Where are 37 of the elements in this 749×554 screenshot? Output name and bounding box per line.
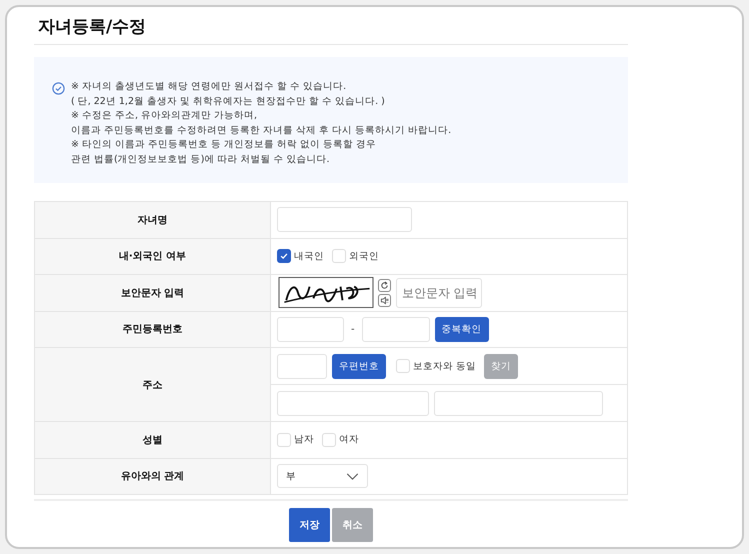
speaker-icon[interactable] xyxy=(378,294,391,307)
save-button[interactable]: 저장 xyxy=(289,508,330,542)
postcode-field[interactable] xyxy=(277,354,327,378)
field-label: 주소 xyxy=(142,378,162,392)
duplicate-check-button[interactable]: 중복확인 xyxy=(434,316,489,342)
postcode-button[interactable]: 우편번호 xyxy=(332,354,386,378)
notice-text: 관련 법률(개인정보보호법 등)에 따라 처벌될 수 있습니다. xyxy=(71,152,331,166)
notice-text: ( 단, 22년 1,2월 출생자 및 취학유예자는 현장접수만 할 수 있습니다. ) xyxy=(71,94,386,108)
refresh-icon[interactable] xyxy=(378,278,391,292)
input-field[interactable] xyxy=(277,207,412,232)
checkbox[interactable] xyxy=(277,249,291,264)
address-detail-field[interactable] xyxy=(434,390,603,416)
relation-dropdown[interactable]: 부 xyxy=(277,464,368,488)
notice-text: ※ 수정은 주소, 유아와의관계만 가능하며, xyxy=(71,109,258,123)
input-field[interactable] xyxy=(362,316,430,342)
notice-text: ※ 타인의 이름과 주민등록번호 등 개인정보를 허락 없이 등록할 경우 xyxy=(71,138,378,152)
checkbox-label: 보호자와 동일 xyxy=(413,360,476,372)
caret-icon xyxy=(346,472,359,480)
field-label: 자녀명 xyxy=(138,214,168,227)
field-label: 주민등록번호 xyxy=(122,323,182,336)
checkbox-label: 내국인 xyxy=(294,250,324,263)
notice-text: ※ 자녀의 출생년도별 해당 연령에만 원서접수 할 수 있습니다. xyxy=(71,80,348,94)
check-circle-icon xyxy=(52,82,65,95)
page-title: 자녀등록/수정 xyxy=(34,7,628,45)
input-field[interactable] xyxy=(277,316,344,342)
field-label: 내·외국인 여부 xyxy=(118,250,186,264)
checkbox-label: 여자 xyxy=(339,433,359,446)
dash-separator: - xyxy=(351,324,355,335)
field-label: 보안문자 입력 xyxy=(120,286,184,300)
address-field[interactable] xyxy=(277,390,429,416)
notice-text: 이름과 주민등록번호를 수정하려면 등록한 자녀를 삭제 후 다시 등록하시기 바랍니다. xyxy=(71,124,452,138)
checkbox-label: 남자 xyxy=(294,433,314,446)
field-label: 성별 xyxy=(142,434,162,447)
check-icon xyxy=(279,251,289,262)
field-label: 유아와의 관계 xyxy=(120,470,184,484)
captcha-field[interactable]: 보안문자 입력 xyxy=(396,278,482,308)
checkbox-label: 외국인 xyxy=(349,250,379,263)
